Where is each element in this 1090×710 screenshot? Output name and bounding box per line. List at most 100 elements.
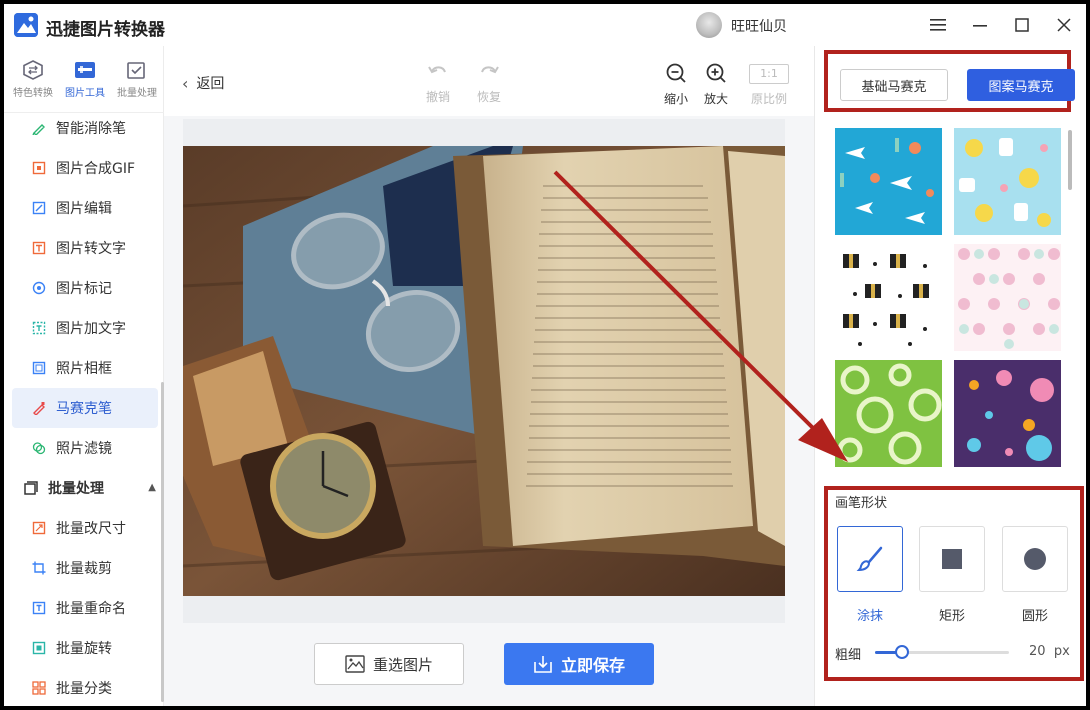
- sidebar-item-label: 图片标记: [56, 281, 112, 297]
- zoom-in-button[interactable]: 放大: [696, 62, 736, 107]
- frame-icon: [32, 361, 46, 375]
- sidebar-item-label: 批量旋转: [56, 641, 112, 657]
- image-canvas[interactable]: [183, 119, 785, 623]
- zoom-out-button[interactable]: 缩小: [656, 62, 696, 107]
- tool-list: 智能消除笔 图片合成GIF 图片编辑 图片转文字 图片标记 图片加文字 照片相框…: [12, 108, 158, 706]
- filter-icon: [32, 442, 46, 455]
- tab-label: 批量处理: [117, 88, 157, 99]
- circle-icon: [1024, 548, 1046, 570]
- pattern-mosaic-button[interactable]: 图案马赛克: [967, 69, 1075, 101]
- pattern-grid: [835, 128, 1067, 468]
- save-label: 立即保存: [560, 656, 625, 675]
- sidebar-item-label: 智能消除笔: [56, 121, 126, 137]
- menu-icon[interactable]: [925, 12, 951, 38]
- redo-button[interactable]: 恢复: [469, 62, 509, 105]
- sidebar-item-label: 照片相框: [56, 361, 112, 377]
- minimize-icon[interactable]: [967, 12, 993, 38]
- basic-mosaic-button[interactable]: 基础马赛克: [840, 69, 948, 101]
- sidebar-item-ocr[interactable]: 图片转文字: [12, 228, 158, 268]
- book-photo-image: [183, 146, 785, 596]
- download-icon: [534, 656, 552, 673]
- sidebar-item-batch-resize[interactable]: 批量改尺寸: [12, 508, 158, 548]
- sidebar-item-batch-classify[interactable]: 批量分类: [12, 668, 158, 706]
- sidebar-item-batch-rotate[interactable]: 批量旋转: [12, 628, 158, 668]
- app-logo-icon: [14, 13, 38, 37]
- sidebar-item-label: 批量重命名: [56, 601, 126, 617]
- sidebar-item-batch-rename[interactable]: 批量重命名: [12, 588, 158, 628]
- sidebar-item-label: 图片加文字: [56, 321, 126, 337]
- pattern-dots[interactable]: [954, 244, 1061, 351]
- annotation-highlight-box: 基础马赛克 图案马赛克: [824, 50, 1075, 112]
- shape-smear-label: 涂抹: [856, 609, 883, 624]
- ocr-icon: [32, 241, 46, 255]
- sidebar-item-label: 批量分类: [56, 681, 112, 697]
- sidebar-item-batch-crop[interactable]: 批量裁剪: [12, 548, 158, 588]
- back-button[interactable]: ‹ 返回: [182, 73, 224, 93]
- sidebar: 特色转换 图片工具 批量处理 智能消除笔 图片合成GIF 图片编辑 图片转文字 …: [4, 46, 164, 706]
- app-title: 迅捷图片转换器: [46, 20, 165, 40]
- sidebar-item-label: 批量改尺寸: [56, 521, 126, 537]
- slider-handle[interactable]: [895, 645, 909, 659]
- sidebar-item-frame[interactable]: 照片相框: [12, 348, 158, 388]
- sidebar-group-batch[interactable]: 批量处理 ▲: [12, 468, 158, 508]
- rings-pattern-image: [835, 360, 942, 467]
- mosaic-panel: 基础马赛克 图案马赛克 画笔形状 涂抹 矩形 圆形 粗细 20 px: [814, 46, 1086, 706]
- sidebar-tabs: 特色转换 图片工具 批量处理: [4, 54, 164, 114]
- brush-shape-title: 画笔形状: [835, 496, 888, 511]
- pattern-gift[interactable]: [835, 244, 942, 351]
- editor-main: ‹ 返回 撤销 恢复 缩小 放大 1:1 原比例 重选图片 立即保存: [164, 46, 814, 706]
- batch-group-icon: [24, 481, 38, 495]
- tab-batch[interactable]: 批量处理: [112, 54, 162, 112]
- sidebar-item-label: 图片合成GIF: [56, 161, 136, 177]
- batch-icon: [127, 62, 145, 79]
- tab-image-tools[interactable]: 图片工具: [60, 54, 110, 112]
- title-bar: 迅捷图片转换器 旺旺仙贝: [4, 4, 1086, 46]
- undo-button[interactable]: 撤销: [418, 62, 458, 105]
- square-icon: [942, 549, 962, 569]
- ratio-icon: 1:1: [749, 64, 789, 84]
- sidebar-item-marker[interactable]: 图片标记: [12, 268, 158, 308]
- zoom-out-label: 缩小: [663, 92, 688, 106]
- reselect-image-button[interactable]: 重选图片: [314, 643, 464, 685]
- convert-icon: [23, 60, 43, 80]
- brush-size-label: 粗细: [835, 648, 862, 663]
- sidebar-item-eraser[interactable]: 智能消除笔: [12, 108, 158, 148]
- redo-label: 恢复: [476, 90, 501, 104]
- baby-pattern-image: [954, 128, 1061, 235]
- editor-toolbar: ‹ 返回 撤销 恢复 缩小 放大 1:1 原比例: [164, 46, 814, 116]
- brush-size-slider[interactable]: [875, 645, 1009, 659]
- shape-smear-button[interactable]: [837, 526, 903, 592]
- avatar[interactable]: [696, 12, 722, 38]
- sidebar-item-image-edit[interactable]: 图片编辑: [12, 188, 158, 228]
- dots-pattern-image: [954, 244, 1061, 351]
- pattern-scrollbar[interactable]: [1068, 130, 1072, 190]
- zoom-out-icon: [666, 63, 686, 83]
- tab-label: 图片工具: [65, 88, 105, 99]
- resize-icon: [32, 521, 46, 535]
- pattern-rings[interactable]: [835, 360, 942, 467]
- rotate-icon: [32, 641, 46, 655]
- brush-icon: [856, 546, 883, 572]
- pattern-baby[interactable]: [954, 128, 1061, 235]
- shape-circle-button[interactable]: [1002, 526, 1068, 592]
- pattern-shark[interactable]: [835, 128, 942, 235]
- pattern-bubbles[interactable]: [954, 360, 1061, 467]
- app-window: 迅捷图片转换器 旺旺仙贝 特色转换 图片工具 批量处理 智能消除笔 图片合成GI…: [4, 4, 1086, 706]
- chevron-left-icon: ‹: [182, 73, 189, 93]
- maximize-icon[interactable]: [1009, 12, 1035, 38]
- sidebar-group-label: 批量处理: [48, 481, 104, 497]
- user-name[interactable]: 旺旺仙贝: [731, 16, 787, 36]
- sidebar-item-gif[interactable]: 图片合成GIF: [12, 148, 158, 188]
- close-icon[interactable]: [1051, 12, 1077, 38]
- original-ratio-button[interactable]: 1:1 原比例: [749, 64, 789, 107]
- shape-rectangle-button[interactable]: [919, 526, 985, 592]
- sidebar-item-add-text[interactable]: 图片加文字: [12, 308, 158, 348]
- add-text-icon: [32, 321, 46, 335]
- sidebar-item-mosaic[interactable]: 马赛克笔: [12, 388, 158, 428]
- tab-special-convert[interactable]: 特色转换: [8, 54, 58, 112]
- sidebar-item-filter[interactable]: 照片滤镜: [12, 428, 158, 468]
- sidebar-item-label: 照片滤镜: [56, 441, 112, 457]
- sidebar-item-label: 马赛克笔: [56, 401, 112, 417]
- save-now-button[interactable]: 立即保存: [504, 643, 654, 685]
- chevron-up-icon: ▲: [148, 482, 156, 493]
